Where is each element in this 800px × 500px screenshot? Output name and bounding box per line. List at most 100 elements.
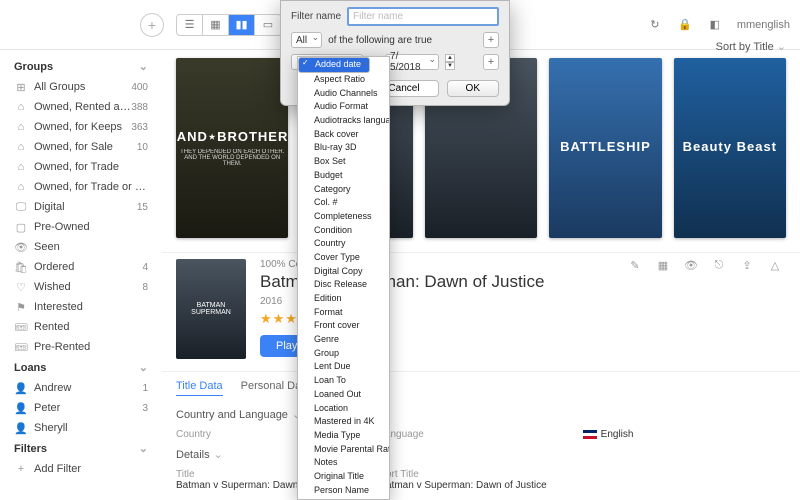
date-stepper[interactable]: ▲▼ — [445, 54, 455, 70]
box-icon: ▢ — [14, 220, 28, 234]
loans-header[interactable]: Loans⌄ — [0, 357, 162, 378]
dropdown-option[interactable]: Added date — [298, 57, 370, 73]
refresh-icon[interactable]: ↻ — [647, 17, 663, 33]
sidebar-group-item[interactable]: 🎟Rented — [0, 317, 162, 337]
cover-item[interactable]: BAND⋆BROTHERSTHEY DEPENDED ON EACH OTHER… — [176, 58, 288, 238]
dropdown-option[interactable]: Person Name — [298, 484, 389, 498]
add-button[interactable]: + — [140, 13, 164, 37]
dropdown-option[interactable]: Aspect Ratio — [298, 73, 389, 87]
field-dropdown[interactable]: Added dateAspect RatioAudio ChannelsAudi… — [297, 56, 390, 500]
view-list-button[interactable]: ☰ — [177, 15, 203, 35]
cover-item[interactable]: Beauty Beast — [674, 58, 786, 238]
add-rule-button[interactable]: + — [483, 32, 499, 48]
sidebar-group-item[interactable]: ▢Pre-Owned — [0, 217, 162, 237]
tab-title-data[interactable]: Title Data — [176, 380, 223, 396]
dropdown-option[interactable]: Location — [298, 402, 389, 416]
dropdown-option[interactable]: Col. # — [298, 196, 389, 210]
match-all-select[interactable]: All — [291, 32, 322, 48]
person-icon: 👤 — [14, 381, 28, 395]
dropdown-option[interactable]: Mastered in 4K — [298, 415, 389, 429]
dropdown-option[interactable]: Condition — [298, 224, 389, 238]
language-value: English — [583, 429, 786, 440]
plus-icon: + — [14, 462, 28, 476]
house-icon: ⌂ — [14, 120, 28, 134]
view-grid-button[interactable]: ▦ — [203, 15, 229, 35]
user-label[interactable]: mmenglish — [737, 19, 790, 31]
sidebar-group-item[interactable]: 🖵Digital15 — [0, 197, 162, 217]
house-icon: ⌂ — [14, 140, 28, 154]
dropdown-option[interactable]: Budget — [298, 169, 389, 183]
dropdown-option[interactable]: Category — [298, 183, 389, 197]
flag-uk-icon — [583, 430, 597, 439]
dropdown-option[interactable]: Group — [298, 347, 389, 361]
dropdown-option[interactable]: Media Type — [298, 429, 389, 443]
view-mode-group: ☰ ▦ ▮▮ ▭ — [176, 14, 282, 36]
dropdown-option[interactable]: Disc Release — [298, 278, 389, 292]
sidebar-group-item[interactable]: ♡Wished8 — [0, 277, 162, 297]
cover-item[interactable]: BATTLESHIP — [549, 58, 661, 238]
sidebar-group-item[interactable]: ⌂Owned, for Sale10 — [0, 137, 162, 157]
grid-icon: ⊞ — [14, 80, 28, 94]
sort-title-value: Batman v Superman: Dawn of Justice — [379, 480, 582, 491]
warn-icon[interactable]: △ — [768, 258, 782, 272]
link-icon[interactable]: ⎋ — [712, 258, 726, 272]
date-input[interactable]: 7/ 5/2018 — [385, 54, 439, 70]
sidebar-loan-item[interactable]: 👤Sheryll — [0, 418, 162, 438]
sidebar-group-item[interactable]: ⚑Interested — [0, 297, 162, 317]
dropdown-option[interactable]: Back cover — [298, 128, 389, 142]
groups-header[interactable]: Groups⌄ — [0, 56, 162, 77]
seen-icon[interactable]: 👁 — [684, 258, 698, 272]
add-filter-item[interactable]: + Add Filter — [0, 459, 162, 479]
dropdown-option[interactable]: Audio Channels — [298, 87, 389, 101]
bag-icon: 🛍 — [14, 260, 28, 274]
filters-header[interactable]: Filters⌄ — [0, 438, 162, 459]
sidebar-group-item[interactable]: 🎟Pre-Rented — [0, 337, 162, 357]
dropdown-option[interactable]: Completeness — [298, 210, 389, 224]
sidebar-group-item[interactable]: ⌂Owned, Rented and Digital388 — [0, 97, 162, 117]
dropdown-option[interactable]: Movie Parental Rating — [298, 443, 389, 457]
dropdown-option[interactable]: Digital Copy — [298, 265, 389, 279]
dropdown-option[interactable]: Front cover — [298, 319, 389, 333]
dropdown-option[interactable]: Loaned Out — [298, 388, 389, 402]
dropdown-option[interactable]: Format — [298, 306, 389, 320]
dropdown-option[interactable]: Original Title — [298, 470, 389, 484]
sidebar-group-item[interactable]: ⌂Owned, for Keeps363 — [0, 117, 162, 137]
sidebar-loan-item[interactable]: 👤Andrew1 — [0, 378, 162, 398]
dropdown-option[interactable]: Genre — [298, 333, 389, 347]
sidebar-group-item[interactable]: ⌂Owned, for Trade or Sale — [0, 177, 162, 197]
house-icon: ⌂ — [14, 100, 28, 114]
sidebar-toggle-icon[interactable]: ◧ — [707, 17, 723, 33]
dropdown-option[interactable]: Box Set — [298, 155, 389, 169]
sidebar-group-item[interactable]: 👁Seen — [0, 237, 162, 257]
section-country-language[interactable]: Country and Language ⌄ — [162, 402, 800, 427]
section-details[interactable]: Details ⌄ — [162, 442, 800, 467]
detail-cover[interactable]: BATMANSUPERMAN — [176, 259, 246, 359]
view-shelf-button[interactable]: ▭ — [255, 15, 281, 35]
house-icon: ⌂ — [14, 180, 28, 194]
sidebar-loan-item[interactable]: 👤Peter3 — [0, 398, 162, 418]
dropdown-option[interactable]: Audiotracks language — [298, 114, 389, 128]
monitor-icon: 🖵 — [14, 200, 28, 214]
share-icon[interactable]: ⇪ — [740, 258, 754, 272]
ticket-icon: 🎟 — [14, 320, 28, 334]
ok-button[interactable]: OK — [447, 80, 499, 97]
add-condition-button[interactable]: + — [483, 54, 499, 70]
dropdown-option[interactable]: Lent Due — [298, 360, 389, 374]
sidebar-group-item[interactable]: ⌂Owned, for Trade — [0, 157, 162, 177]
scan-icon[interactable]: ▦ — [656, 258, 670, 272]
dropdown-option[interactable]: Cover Type — [298, 251, 389, 265]
house-icon: ⌂ — [14, 160, 28, 174]
person-icon: 👤 — [14, 421, 28, 435]
filter-name-input[interactable] — [347, 7, 499, 26]
dropdown-option[interactable]: Blu-ray 3D — [298, 141, 389, 155]
dropdown-option[interactable]: Edition — [298, 292, 389, 306]
edit-icon[interactable]: ✎ — [628, 258, 642, 272]
dropdown-option[interactable]: Notes — [298, 456, 389, 470]
view-cover-button[interactable]: ▮▮ — [229, 15, 255, 35]
dropdown-option[interactable]: Loan To — [298, 374, 389, 388]
sidebar-group-item[interactable]: ⊞All Groups400 — [0, 77, 162, 97]
lock-icon[interactable]: 🔒 — [677, 17, 693, 33]
sidebar-group-item[interactable]: 🛍Ordered4 — [0, 257, 162, 277]
dropdown-option[interactable]: Country — [298, 237, 389, 251]
dropdown-option[interactable]: Audio Format — [298, 100, 389, 114]
